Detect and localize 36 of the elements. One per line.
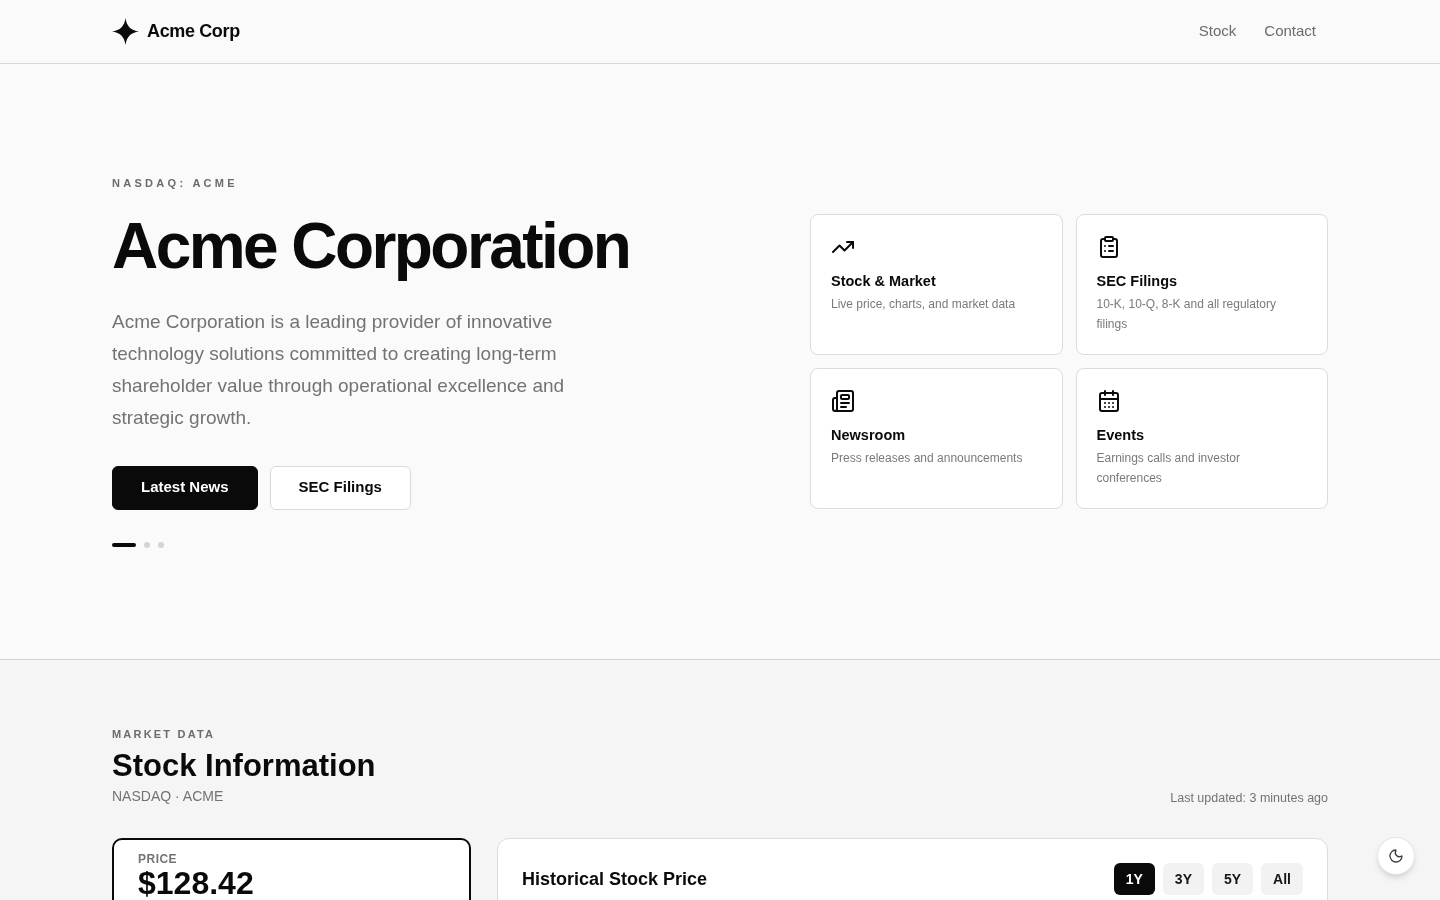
card-description: Earnings calls and investor conferences [1096, 450, 1241, 487]
chart-title: Historical Stock Price [522, 867, 708, 891]
newspaper-icon [831, 389, 855, 413]
hero-description: Acme Corporation is a leading provider of innovative technology solutions committed to creating long-term shareholder value through operational excellence and strategic growth. [112, 309, 566, 430]
exchange-ticker: NASDAQ · ACME [112, 787, 224, 806]
section-label: MARKET DATA [112, 727, 216, 742]
card-title: Stock & Market [831, 272, 937, 291]
moon-icon [1388, 848, 1404, 864]
section-title: Stock Information [112, 748, 376, 784]
card-description: Press releases and announcements [831, 450, 1024, 467]
card-title: Newsroom [831, 426, 907, 445]
range-tab[interactable]: All [1261, 863, 1303, 895]
last-updated-text: Last updated: 3 minutes ago [1170, 790, 1328, 807]
calendar-icon [1096, 389, 1121, 413]
card-title: Events [1096, 426, 1146, 445]
card-title: SEC Filings [1096, 272, 1179, 291]
price-label: PRICE [138, 851, 179, 867]
primary-button[interactable]: Latest News [112, 465, 258, 510]
link-card[interactable]: Stock & Market Live price, charts, and market data [810, 214, 1063, 355]
sparkle-icon [112, 18, 139, 45]
card-description: 10-K, 10-Q, 8-K and all regulatory filings [1096, 296, 1277, 333]
card-description: Live price, charts, and market data [831, 296, 1017, 313]
nav-link[interactable]: Contact [1264, 20, 1316, 43]
link-card[interactable]: Newsroom Press releases and announcements [810, 368, 1063, 509]
slide-indicator[interactable] [112, 542, 136, 547]
brand-name[interactable]: Acme Corp [147, 18, 240, 45]
ticker-label: NASDAQ: ACME [112, 176, 238, 192]
nav-link[interactable]: Stock [1198, 20, 1237, 43]
price-value: $128.42 [138, 867, 254, 899]
range-tab[interactable]: 5Y [1212, 863, 1254, 895]
link-card[interactable]: SEC Filings 10-K, 10-Q, 8-K and all regulatory filings [1075, 214, 1328, 355]
hero-title: Acme Corporation [112, 211, 630, 282]
link-card[interactable]: Events Earnings calls and investor conferences [1075, 368, 1328, 509]
outline-button[interactable]: SEC Filings [269, 465, 411, 510]
range-tab[interactable]: 1Y [1113, 863, 1155, 895]
range-tab[interactable]: 3Y [1162, 863, 1204, 895]
